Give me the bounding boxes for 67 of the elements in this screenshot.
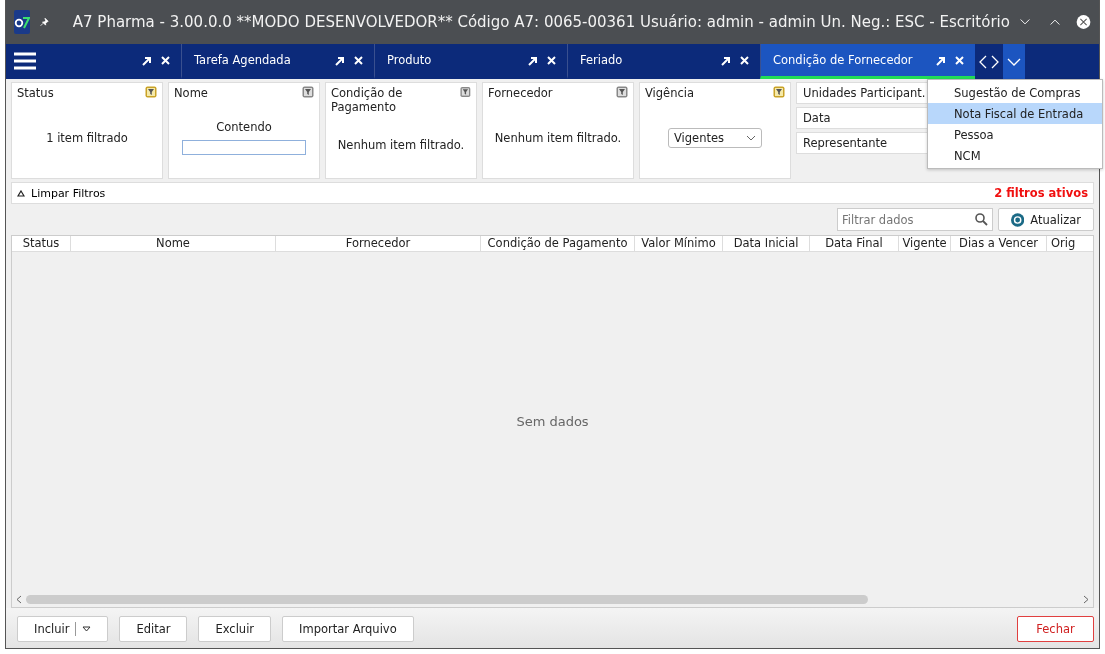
window-title: A7 Pharma - 3.00.0.0 **MODO DESENVOLVEDOR** Código A7: 0065-00361 Usuário: admin - admin Un. Neg.: ESC - Escritório (72, 13, 1010, 31)
column-header[interactable]: Fornecedor (276, 236, 481, 251)
filter-summary: Nenhum item filtrado. (494, 130, 622, 145)
close-icon[interactable] (160, 54, 171, 66)
search-field[interactable]: Filtrar dados (837, 208, 993, 231)
filter-summary: 1 item filtrado (46, 130, 128, 145)
column-header[interactable]: Condição de Pagamento (481, 236, 635, 251)
action-button[interactable]: Excluir (198, 616, 272, 642)
chevron-down-icon (1007, 57, 1021, 66)
search-icon[interactable] (975, 213, 988, 226)
pop-out-icon[interactable] (935, 54, 946, 66)
filter-title: Vigência (645, 86, 695, 100)
clear-filters-button[interactable]: Limpar Filtros (17, 186, 106, 200)
chevron-down-icon (746, 134, 756, 141)
tab[interactable]: Produto (374, 44, 567, 79)
field-label: Contendo (216, 120, 272, 134)
app-logo-icon (14, 10, 30, 34)
menu-icon[interactable] (14, 52, 36, 70)
empty-message: Sem dados (516, 414, 589, 429)
close-icon[interactable] (954, 54, 965, 66)
scroll-left-icon[interactable] (16, 594, 22, 604)
close-button[interactable]: Fechar (1017, 616, 1094, 642)
refresh-icon (1011, 212, 1025, 227)
chevron-left-icon[interactable] (979, 54, 987, 69)
filter-title: Fornecedor (488, 86, 553, 100)
active-filters-count: 2 filtros ativos (994, 186, 1088, 200)
chevron-up-icon[interactable] (1049, 17, 1060, 27)
column-header[interactable]: Vigente (899, 236, 951, 251)
filter-summary: Nenhum item filtrado. (337, 137, 465, 152)
pop-out-icon[interactable] (720, 54, 731, 66)
column-header[interactable]: Data Inicial (723, 236, 810, 251)
filter-icon[interactable] (616, 86, 628, 98)
pop-out-icon[interactable] (141, 54, 152, 66)
close-icon[interactable] (739, 54, 750, 66)
pop-out-icon[interactable] (527, 54, 538, 66)
triangle-icon (17, 189, 25, 197)
pop-out-icon[interactable] (334, 54, 345, 66)
scrollbar-thumb[interactable] (26, 594, 869, 604)
filter-title: Status (17, 86, 54, 100)
filter-title: Condição de Pagamento (331, 86, 404, 114)
filter-icon[interactable] (302, 86, 314, 98)
column-header[interactable]: Dias a Vencer (951, 236, 1047, 251)
chevron-right-icon[interactable] (991, 54, 999, 69)
column-header[interactable]: Nome (71, 236, 276, 251)
filter-icon[interactable] (460, 86, 471, 98)
caret-icon (82, 626, 92, 632)
filter-icon[interactable] (145, 86, 157, 98)
column-header[interactable]: Valor Mínimo (635, 236, 723, 251)
pin-icon[interactable] (40, 15, 49, 29)
chevron-down-icon[interactable] (1019, 17, 1030, 27)
filter-icon[interactable] (773, 86, 785, 98)
close-icon[interactable] (546, 54, 557, 66)
filter-title: Nome (174, 86, 208, 100)
scroll-right-icon[interactable] (1083, 594, 1089, 604)
refresh-button[interactable]: Atualizar (998, 208, 1094, 231)
name-filter-field[interactable] (182, 140, 306, 155)
action-button[interactable]: Editar (119, 616, 188, 642)
menu-item[interactable]: Nota Fiscal de Entrada (928, 103, 1102, 124)
action-button[interactable]: Importar Arquivo (282, 616, 414, 642)
close-icon[interactable] (353, 54, 364, 66)
include-button[interactable]: Incluir (17, 616, 109, 642)
column-header[interactable]: Status (12, 236, 71, 251)
column-header[interactable]: Data Final (810, 236, 899, 251)
column-header[interactable]: Orig (1047, 236, 1080, 251)
tab[interactable]: Tarefa Agendada (181, 44, 374, 79)
tab[interactable]: Condição de Fornecedor (760, 44, 975, 79)
validity-dropdown[interactable]: Vigentes (668, 127, 762, 148)
